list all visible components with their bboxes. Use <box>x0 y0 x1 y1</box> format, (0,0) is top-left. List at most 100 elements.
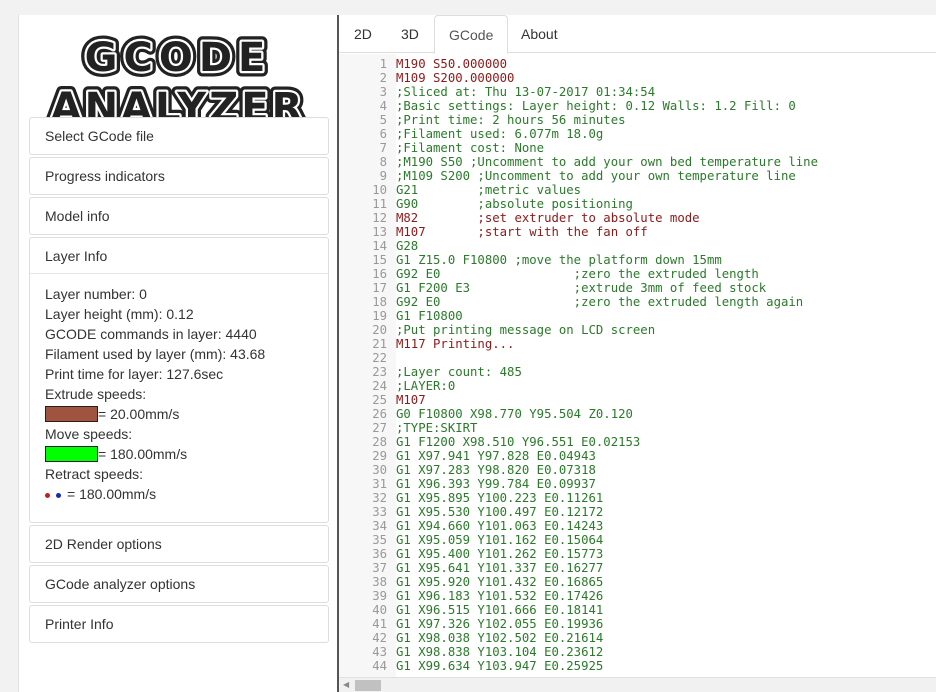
gcode-text: G1 X95.530 Y100.497 E0.12172 <box>396 505 604 519</box>
gcode-line: 4 ;Basic settings: Layer height: 0.12 Wal… <box>339 99 818 113</box>
tab-2d[interactable]: 2D <box>340 15 386 53</box>
gcode-text: G1 X95.400 Y101.262 E0.15773 <box>396 547 604 561</box>
line-number: 28 <box>372 435 387 449</box>
gcode-text: G0 F10800 X98.770 Y95.504 Z0.120 <box>396 407 633 421</box>
horizontal-scrollbar[interactable]: ◀ <box>339 677 936 692</box>
line-number: 43 <box>372 645 387 659</box>
line-number: 34 <box>372 519 387 533</box>
analyzer-options-button[interactable]: GCode analyzer options <box>30 566 328 602</box>
gcode-line: 40 G1 X96.515 Y101.666 E0.18141 <box>339 603 818 617</box>
gcode-text: G1 X98.838 Y103.104 E0.23612 <box>396 645 604 659</box>
line-number: 29 <box>372 449 387 463</box>
retract-dot-blue <box>56 492 61 498</box>
printer-info-panel[interactable]: Printer Info <box>29 605 329 643</box>
layer-height: Layer height (mm): 0.12 <box>45 306 194 322</box>
tab-3d[interactable]: 3D <box>387 15 433 53</box>
gcode-line: 10 G21 ;metric values <box>339 183 818 197</box>
line-number: 15 <box>372 253 387 267</box>
progress-indicators-panel[interactable]: Progress indicators <box>29 157 329 195</box>
gcode-line: 8 ;M190 S50 ;Uncomment to add your own be… <box>339 155 818 169</box>
gcode-text: G1 Z15.0 F10800 ;move the platform down … <box>396 253 722 267</box>
progress-indicators-button[interactable]: Progress indicators <box>30 158 328 194</box>
gcode-text: G92 E0 ;zero the extruded length again <box>396 295 804 309</box>
gcode-line: 5 ;Print time: 2 hours 56 minutes <box>339 113 818 127</box>
gcode-line: 25 M107 <box>339 393 818 407</box>
gcode-text: G1 X96.515 Y101.666 E0.18141 <box>396 603 604 617</box>
tab-about[interactable]: About <box>507 15 572 53</box>
gcode-line: 34 G1 X94.660 Y101.063 E0.14243 <box>339 519 818 533</box>
line-number: 2 <box>379 71 387 85</box>
gcode-editor[interactable]: 1 M190 S50.000000 2 M109 S200.000000 3 ;Slice… <box>339 54 936 677</box>
line-number: 26 <box>372 407 387 421</box>
gcode-text: G1 X95.641 Y101.337 E0.16277 <box>396 561 604 575</box>
gcode-text: M117 Printing... <box>396 337 515 351</box>
line-number: 37 <box>372 561 387 575</box>
gcode-line: 43 G1 X98.838 Y103.104 E0.23612 <box>339 645 818 659</box>
layer-info-body: Layer number: 0 Layer height (mm): 0.12 … <box>30 274 328 504</box>
layer-print-time: Print time for layer: 127.6sec <box>45 366 224 382</box>
gcode-text: G1 X99.634 Y103.947 E0.25925 <box>396 659 604 673</box>
gcode-line: 7 ;Filament cost: None <box>339 141 818 155</box>
gcode-line: 41 G1 X97.326 Y102.055 E0.19936 <box>339 617 818 631</box>
line-number: 7 <box>379 141 387 155</box>
layer-info-button[interactable]: Layer Info <box>30 238 328 274</box>
logo-line1-fill: GCODE <box>85 35 272 81</box>
printer-info-button[interactable]: Printer Info <box>30 606 328 642</box>
line-number: 35 <box>372 533 387 547</box>
gcode-line: 21 M117 Printing... <box>339 337 818 351</box>
gcode-text: ;Layer count: 485 <box>396 365 522 379</box>
move-speeds-label: Move speeds: <box>45 426 133 442</box>
render-options-button[interactable]: 2D Render options <box>30 526 328 562</box>
gcode-text: G1 X97.326 Y102.055 E0.19936 <box>396 617 604 631</box>
line-number: 18 <box>372 295 387 309</box>
gcode-text: M107 ;start with the fan off <box>396 225 648 239</box>
gcode-line: 11 G90 ;absolute positioning <box>339 197 818 211</box>
move-color-swatch <box>45 446 98 462</box>
gcode-line: 30 G1 X97.283 Y98.820 E0.07318 <box>339 463 818 477</box>
gcode-text: ;LAYER:0 <box>396 379 456 393</box>
gcode-text: G1 X96.183 Y101.532 E0.17426 <box>396 589 604 603</box>
gcode-text: ;Filament used: 6.077m 18.0g <box>396 127 604 141</box>
move-speed-value: = 180.00mm/s <box>98 446 188 462</box>
line-number: 16 <box>372 267 387 281</box>
gcode-text: ;M109 S200 ;Uncomment to add your own te… <box>396 169 796 183</box>
gcode-line: 24 ;LAYER:0 <box>339 379 818 393</box>
gcode-line: 20 ;Put printing message on LCD screen <box>339 323 818 337</box>
gcode-text: G1 X97.941 Y97.828 E0.04943 <box>396 449 596 463</box>
line-number: 14 <box>372 239 387 253</box>
move-speed-row: = 180.00mm/s <box>45 444 313 464</box>
gcode-line: 27 ;TYPE:SKIRT <box>339 421 818 435</box>
gcode-text: ;M190 S50 ;Uncomment to add your own bed… <box>396 155 818 169</box>
scroll-left-arrow-icon[interactable]: ◀ <box>343 680 349 689</box>
scrollbar-thumb[interactable] <box>355 680 381 691</box>
gcode-line: 19 G1 F10800 <box>339 309 818 323</box>
gcode-line: 37 G1 X95.641 Y101.337 E0.16277 <box>339 561 818 575</box>
line-number: 21 <box>372 337 387 351</box>
gcode-text: G1 X98.038 Y102.502 E0.21614 <box>396 631 604 645</box>
layer-commands: GCODE commands in layer: 4440 <box>45 326 257 342</box>
line-number: 33 <box>372 505 387 519</box>
gcode-line: 28 G1 F1200 X98.510 Y96.551 E0.02153 <box>339 435 818 449</box>
gcode-line: 42 G1 X98.038 Y102.502 E0.21614 <box>339 631 818 645</box>
gcode-line: 38 G1 X95.920 Y101.432 E0.16865 <box>339 575 818 589</box>
model-info-button[interactable]: Model info <box>30 198 328 234</box>
select-gcode-file-panel[interactable]: Select GCode file <box>29 117 329 155</box>
tab-gcode[interactable]: GCode <box>434 15 509 54</box>
render-options-panel[interactable]: 2D Render options <box>29 525 329 563</box>
extrude-color-swatch <box>45 406 98 422</box>
line-number: 38 <box>372 575 387 589</box>
model-info-panel[interactable]: Model info <box>29 197 329 235</box>
line-number: 11 <box>372 197 387 211</box>
gcode-text: M107 <box>396 393 426 407</box>
select-gcode-file-button[interactable]: Select GCode file <box>30 118 328 154</box>
analyzer-options-panel[interactable]: GCode analyzer options <box>29 565 329 603</box>
line-number: 44 <box>372 659 387 673</box>
line-number: 23 <box>372 365 387 379</box>
gcode-text: G1 F10800 <box>396 309 463 323</box>
gcode-text: ;TYPE:SKIRT <box>396 421 478 435</box>
gcode-text: ;Filament cost: None <box>396 141 545 155</box>
gcode-line: 18 G92 E0 ;zero the extruded length again <box>339 295 818 309</box>
retract-dot-red <box>45 492 50 498</box>
gcode-line: 15 G1 Z15.0 F10800 ;move the platform dow… <box>339 253 818 267</box>
gcode-text: G1 X94.660 Y101.063 E0.14243 <box>396 519 604 533</box>
